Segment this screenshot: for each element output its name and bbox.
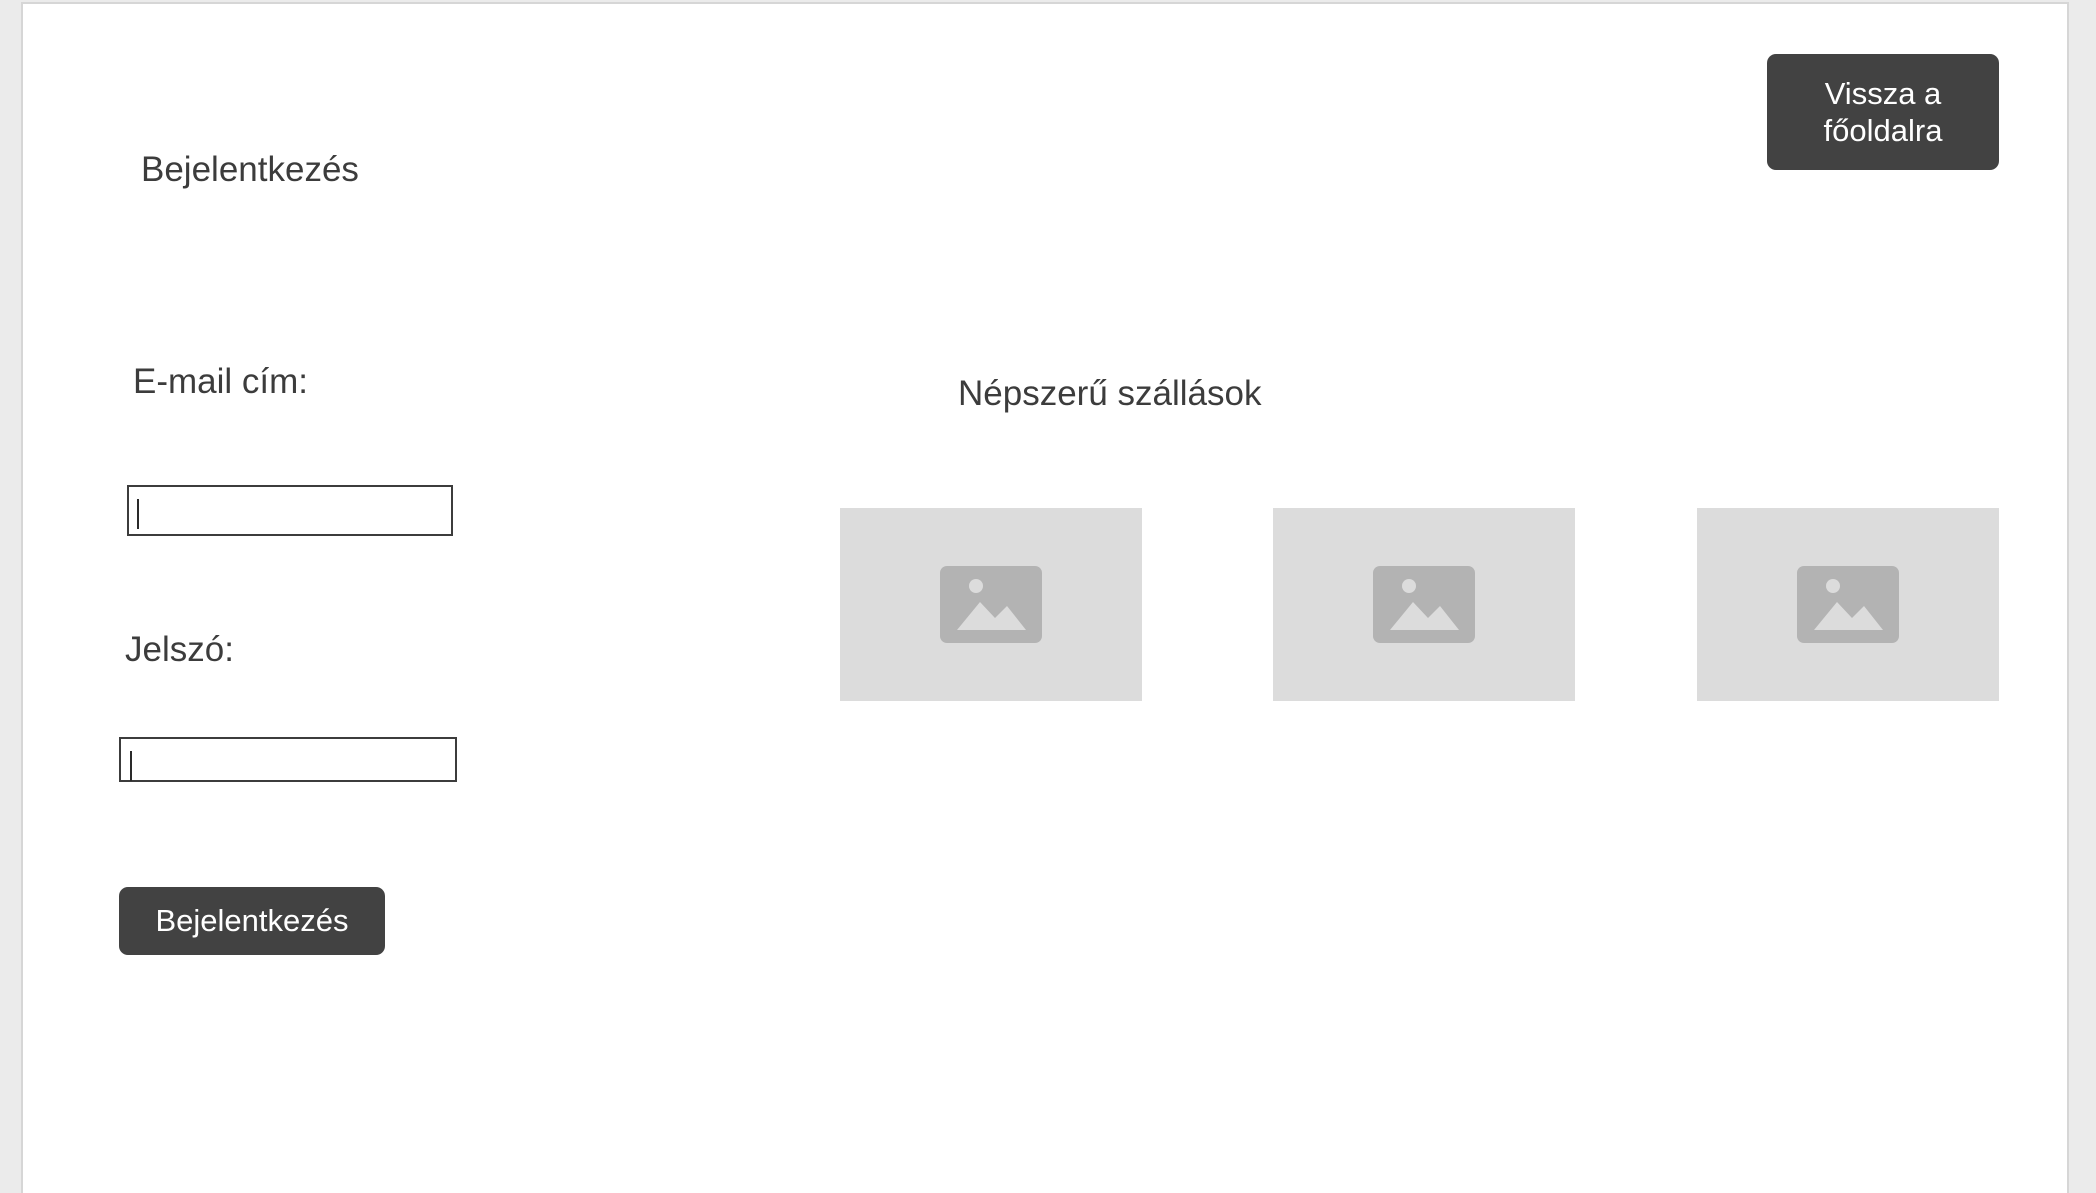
text-caret xyxy=(130,751,132,781)
accommodation-thumbnail-2[interactable] xyxy=(1273,508,1575,701)
image-placeholder-icon xyxy=(1373,566,1475,643)
email-field[interactable] xyxy=(127,485,453,536)
popular-accommodations-heading: Népszerű szállások xyxy=(958,374,1262,413)
password-field[interactable] xyxy=(119,737,457,782)
image-placeholder-icon xyxy=(1797,566,1899,643)
accommodation-thumbnail-1[interactable] xyxy=(840,508,1142,701)
password-label: Jelszó: xyxy=(125,630,234,669)
email-label: E-mail cím: xyxy=(133,362,308,401)
back-to-home-button[interactable]: Vissza a főoldalra xyxy=(1767,54,1999,170)
image-placeholder-icon xyxy=(940,566,1042,643)
login-submit-button[interactable]: Bejelentkezés xyxy=(119,887,385,955)
page-title: Bejelentkezés xyxy=(141,150,359,189)
accommodation-thumbnail-3[interactable] xyxy=(1697,508,1999,701)
text-caret xyxy=(137,499,139,529)
page-canvas: Bejelentkezés Vissza a főoldalra E-mail … xyxy=(21,2,2069,1193)
